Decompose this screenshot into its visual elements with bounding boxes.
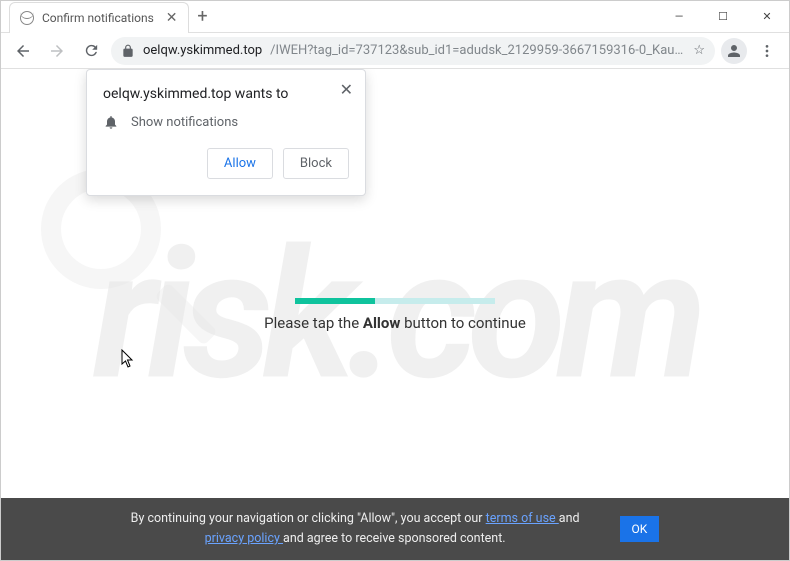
progress-fill	[295, 298, 375, 304]
url-path: /IWEH?tag_id=737123&sub_id1=adudsk_21299…	[270, 43, 685, 58]
close-icon[interactable]: ✕	[340, 80, 353, 99]
cookie-and: and	[559, 511, 580, 526]
permission-title: oelqw.yskimmed.top wants to	[103, 86, 349, 102]
permission-item: Show notifications	[103, 114, 349, 130]
close-tab-icon[interactable]: ✕	[166, 10, 178, 26]
profile-avatar[interactable]	[721, 38, 747, 64]
kebab-icon	[759, 43, 775, 59]
terms-link[interactable]: terms of use	[486, 511, 559, 526]
tap-post: button to continue	[400, 314, 525, 332]
permission-item-label: Show notifications	[131, 115, 238, 130]
cookie-line2: and agree to receive sponsored content.	[283, 531, 506, 546]
tab-strip: Confirm notifications ✕ +	[1, 1, 217, 32]
bookmark-star-icon[interactable]: ☆	[693, 43, 705, 58]
arrow-left-icon	[14, 42, 32, 60]
tab-title: Confirm notifications	[42, 11, 154, 25]
back-button[interactable]	[9, 37, 37, 65]
bell-icon	[103, 114, 119, 130]
tap-pre: Please tap the	[264, 314, 363, 332]
minimize-button[interactable]: —	[657, 1, 701, 32]
close-window-button[interactable]: ✕	[745, 1, 789, 32]
reload-button[interactable]	[77, 37, 105, 65]
address-bar: oelqw.yskimmed.top /IWEH?tag_id=737123&s…	[1, 33, 789, 69]
globe-icon	[20, 11, 34, 25]
titlebar: Confirm notifications ✕ + — ☐ ✕	[1, 1, 789, 33]
notification-permission-popup: ✕ oelqw.yskimmed.top wants to Show notif…	[86, 69, 366, 196]
url-host: oelqw.yskimmed.top	[143, 43, 262, 58]
cookie-banner: By continuing your navigation or clickin…	[1, 498, 789, 560]
block-button[interactable]: Block	[283, 148, 349, 179]
person-icon	[725, 42, 743, 60]
cookie-text: By continuing your navigation or clickin…	[131, 509, 580, 549]
new-tab-button[interactable]: +	[189, 1, 217, 32]
page-viewport: risk.com Please tap the Allow button to …	[1, 69, 789, 560]
forward-button[interactable]	[43, 37, 71, 65]
reload-icon	[83, 42, 100, 59]
progress-bar	[295, 298, 495, 304]
cookie-ok-button[interactable]: OK	[620, 516, 660, 542]
tap-bold: Allow	[363, 314, 401, 332]
allow-button[interactable]: Allow	[207, 148, 273, 179]
privacy-link[interactable]: privacy policy	[205, 531, 283, 546]
maximize-button[interactable]: ☐	[701, 1, 745, 32]
permission-buttons: Allow Block	[103, 148, 349, 179]
tab-active[interactable]: Confirm notifications ✕	[9, 2, 189, 33]
menu-button[interactable]	[753, 37, 781, 65]
cookie-line1: By continuing your navigation or clickin…	[131, 511, 486, 526]
browser-window: Confirm notifications ✕ + — ☐ ✕ oelqw.ys…	[0, 0, 790, 561]
url-field[interactable]: oelqw.yskimmed.top /IWEH?tag_id=737123&s…	[111, 37, 715, 65]
tap-allow-message: Please tap the Allow button to continue	[264, 314, 526, 332]
window-controls: — ☐ ✕	[657, 1, 789, 32]
arrow-right-icon	[48, 42, 66, 60]
lock-icon	[121, 44, 135, 58]
